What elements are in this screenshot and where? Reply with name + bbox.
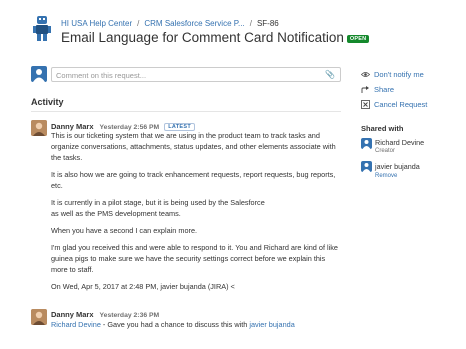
avatar [31, 309, 47, 325]
comment-time: Yesterday 2:36 PM [99, 312, 160, 319]
status-badge: OPEN [346, 35, 370, 43]
user-avatar [361, 161, 372, 172]
comment-text: - Gave you had a chance to discuss this … [100, 320, 250, 329]
current-user-avatar [31, 66, 47, 82]
breadcrumb-service-project[interactable]: CRM Salesforce Service P... [144, 19, 244, 28]
comment-paragraph: This is our ticketing system that we are… [51, 131, 336, 162]
attachment-icon[interactable]: 📎 [325, 70, 335, 79]
mention-link[interactable]: Richard Devine [51, 320, 101, 329]
share-icon [361, 85, 370, 94]
breadcrumb-separator: / [137, 19, 140, 28]
comment-paragraph: It is also how we are going to track enh… [51, 170, 336, 190]
activity-divider [31, 111, 341, 112]
comment-input[interactable]: Comment on this request... 📎 [51, 67, 341, 82]
avatar [31, 120, 47, 136]
eye-icon [360, 70, 371, 79]
project-logo-icon [33, 16, 51, 42]
comment-paragraph: On Wed, Apr 5, 2017 at 2:48 PM, javier b… [51, 282, 235, 291]
shared-user-role: Creator [375, 148, 396, 154]
shared-user-name: Richard Devine [375, 138, 425, 147]
comment-placeholder: Comment on this request... [56, 71, 147, 80]
breadcrumb-separator: / [249, 19, 252, 28]
shared-with-heading: Shared with [361, 124, 404, 133]
comment-paragraph: I'm glad you received this and were able… [51, 243, 338, 274]
cancel-request-action[interactable]: Cancel Request [361, 100, 427, 109]
share-label: Share [374, 85, 395, 94]
dont-notify-label: Don't notify me [374, 70, 424, 79]
comment-body: This is our ticketing system that we are… [51, 130, 341, 292]
comment-body: Richard Devine - Gave you had a chance t… [51, 319, 341, 330]
comment-header: Danny Marx Yesterday 2:36 PM [51, 310, 159, 319]
page-title: Email Language for Comment Card Notifica… [61, 30, 370, 45]
breadcrumb-issue-key: SF-86 [256, 19, 279, 28]
shared-user-name: javier bujanda [375, 162, 420, 171]
comment-author[interactable]: Danny Marx [51, 310, 94, 319]
breadcrumb-help-center[interactable]: HI USA Help Center [61, 19, 132, 28]
activity-heading: Activity [31, 97, 64, 107]
request-title: Email Language for Comment Card Notifica… [61, 30, 344, 45]
remove-user-link[interactable]: Remove [375, 173, 397, 179]
comment-paragraph: When you have a second I can explain mor… [51, 226, 198, 235]
share-action[interactable]: Share [361, 85, 394, 94]
dont-notify-action[interactable]: Don't notify me [360, 70, 424, 79]
comment-paragraph: It is currently in a pilot stage, but it… [51, 198, 265, 218]
cancel-icon [361, 100, 370, 109]
cancel-request-label: Cancel Request [374, 100, 428, 109]
breadcrumb: HI USA Help Center / CRM Salesforce Servic… [61, 19, 279, 28]
user-avatar [361, 138, 372, 149]
mention-link[interactable]: javier bujanda [249, 320, 294, 329]
